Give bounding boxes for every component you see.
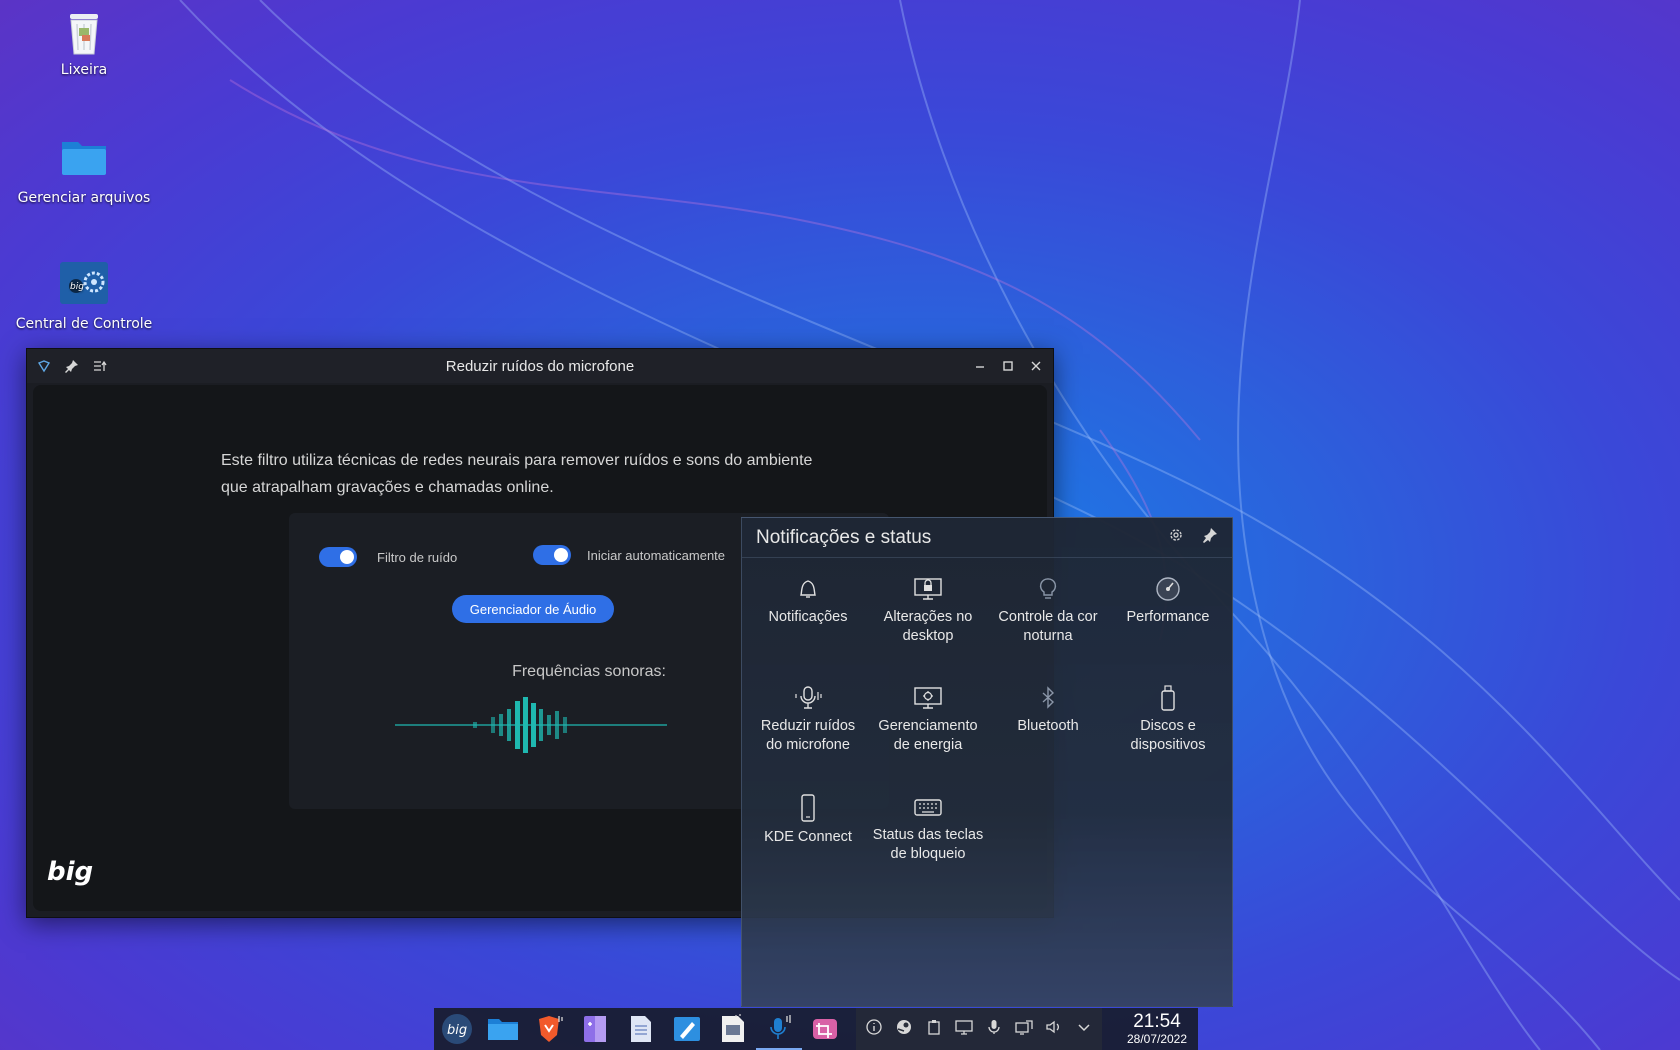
panel-title: Notificações e status [756, 526, 932, 548]
panel-header: Notificações e status [742, 518, 1232, 558]
phone-icon [801, 794, 815, 822]
panel-item-bluetooth[interactable]: Bluetooth [988, 685, 1108, 794]
text-editor-icon [674, 1017, 700, 1041]
network-icon[interactable] [1014, 1019, 1034, 1039]
noise-filter-label: Filtro de ruído [377, 550, 458, 565]
keyboard-icon [914, 799, 942, 816]
pin-icon[interactable] [65, 359, 79, 373]
desktop-lock-icon [914, 578, 942, 600]
window-menu-icon[interactable] [93, 359, 107, 373]
desktop-icon-label: Central de Controle [15, 316, 153, 332]
description-line-2: que atrapalham gravações e chamadas onli… [221, 479, 554, 496]
panel-item-desktop-changes[interactable]: Alterações no desktop [868, 576, 988, 685]
settings-icon[interactable] [1168, 527, 1184, 548]
autostart-toggle[interactable] [533, 545, 571, 565]
panel-item-kde-connect[interactable]: KDE Connect [748, 794, 868, 903]
trash-icon [60, 8, 108, 56]
panel-item-disks[interactable]: Discos e dispositivos [1108, 685, 1228, 794]
bluetooth-icon [1042, 686, 1055, 709]
microphone-icon [770, 1015, 791, 1039]
panel-item-notifications[interactable]: Notificações [748, 576, 868, 685]
desktop-icon-label: Gerenciar arquivos [17, 190, 151, 206]
status-grid: Notificações Alterações no desktop Contr… [748, 576, 1228, 903]
folder-icon [488, 1019, 518, 1040]
description: Este filtro utiliza técnicas de redes ne… [221, 447, 921, 501]
svg-text:big: big [70, 282, 84, 292]
minimize-icon[interactable] [973, 359, 987, 373]
app-menu-icon[interactable] [37, 359, 51, 373]
bulb-icon [1039, 578, 1057, 599]
svg-text:big: big [447, 1023, 467, 1038]
microphone-icon [795, 686, 822, 709]
panel-item-power[interactable]: Gerenciamento de energia [868, 685, 988, 794]
volume-icon[interactable] [1044, 1019, 1064, 1039]
bell-icon [800, 580, 816, 598]
chevron-down-icon[interactable] [1074, 1020, 1094, 1038]
taskbar-app-launcher[interactable]: big [434, 1008, 480, 1050]
description-line-1: Este filtro utiliza técnicas de redes ne… [221, 452, 813, 469]
brave-browser-icon [539, 1016, 563, 1042]
sound-waveform [395, 697, 667, 753]
display-icon[interactable] [954, 1019, 974, 1039]
panel-item-lock-keys[interactable]: Status das teclas de bloqueio [868, 794, 988, 903]
autostart-label: Iniciar automaticamente [587, 548, 726, 563]
desktop-icon-trash[interactable]: Lixeira [14, 8, 154, 78]
taskbar-app-documents[interactable] [618, 1008, 664, 1050]
close-icon[interactable] [1029, 359, 1043, 373]
window-titlebar[interactable]: Reduzir ruídos do microfone [27, 349, 1053, 383]
info-icon[interactable] [864, 1019, 884, 1039]
window-title: Reduzir ruídos do microfone [445, 357, 635, 375]
office-document-icon [722, 1014, 744, 1042]
notifications-status-panel: Notificações e status Notificações Alter… [741, 517, 1233, 1007]
document-icon [631, 1016, 651, 1042]
taskbar: big 21:54 28/07/2022 [434, 1008, 1198, 1050]
power-management-icon [914, 687, 942, 709]
taskbar-app-files[interactable] [480, 1008, 526, 1050]
desktop-icon-label: Lixeira [60, 62, 108, 78]
desktop-icon-control-center[interactable]: big Central de Controle [14, 262, 154, 332]
taskbar-app-text-editor[interactable] [664, 1008, 710, 1050]
panel-item-mic-noise[interactable]: Reduzir ruídos do microfone [748, 685, 868, 794]
clock-time: 21:54 [1133, 1011, 1181, 1032]
maximize-icon[interactable] [1001, 359, 1015, 373]
taskbar-app-noise-reduction[interactable] [756, 1008, 802, 1050]
folder-icon [60, 136, 108, 184]
pin-panel-icon[interactable] [1202, 527, 1218, 548]
clipboard-icon[interactable] [924, 1019, 944, 1039]
control-center-icon: big [60, 262, 108, 310]
audio-manager-button[interactable]: Gerenciador de Áudio [452, 595, 614, 623]
clock[interactable]: 21:54 28/07/2022 [1116, 1011, 1198, 1047]
system-tray [856, 1008, 1102, 1050]
screenshot-crop-icon [813, 1019, 837, 1039]
desktop-icon-files[interactable]: Gerenciar arquivos [14, 136, 154, 206]
taskbar-app-office[interactable] [710, 1008, 756, 1050]
notes-app-icon [584, 1016, 606, 1042]
big-launcher-icon: big [442, 1014, 472, 1044]
panel-item-performance[interactable]: Performance [1108, 576, 1228, 685]
panel-item-night-color[interactable]: Controle da cor noturna [988, 576, 1108, 685]
taskbar-app-screenshot[interactable] [802, 1008, 848, 1050]
microphone-tray-icon[interactable] [984, 1019, 1004, 1039]
taskbar-app-browser[interactable] [526, 1008, 572, 1050]
noise-filter-toggle[interactable] [319, 547, 357, 567]
taskbar-app-notes[interactable] [572, 1008, 618, 1050]
big-logo: big [47, 857, 94, 887]
usb-drive-icon [1161, 685, 1175, 711]
steam-icon[interactable] [894, 1019, 914, 1039]
clock-date: 28/07/2022 [1126, 1032, 1188, 1046]
gauge-icon [1156, 577, 1180, 601]
